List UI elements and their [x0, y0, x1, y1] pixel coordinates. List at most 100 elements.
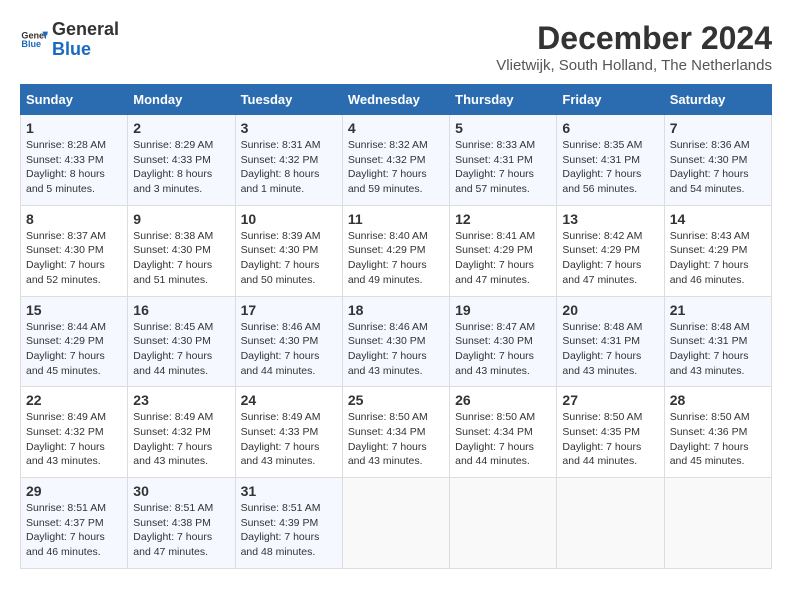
day-number: 12	[455, 211, 551, 227]
day-detail: Sunrise: 8:39 AM Sunset: 4:30 PM Dayligh…	[241, 229, 337, 288]
calendar-cell	[450, 478, 557, 569]
day-detail: Sunrise: 8:49 AM Sunset: 4:32 PM Dayligh…	[133, 410, 229, 469]
day-number: 3	[241, 120, 337, 136]
calendar-cell: 21 Sunrise: 8:48 AM Sunset: 4:31 PM Dayl…	[664, 296, 771, 387]
day-number: 21	[670, 302, 766, 318]
svg-text:Blue: Blue	[21, 39, 41, 49]
calendar-week-row: 8 Sunrise: 8:37 AM Sunset: 4:30 PM Dayli…	[21, 205, 772, 296]
calendar-cell: 8 Sunrise: 8:37 AM Sunset: 4:30 PM Dayli…	[21, 205, 128, 296]
day-number: 13	[562, 211, 658, 227]
calendar-week-row: 15 Sunrise: 8:44 AM Sunset: 4:29 PM Dayl…	[21, 296, 772, 387]
weekday-header-tuesday: Tuesday	[235, 85, 342, 115]
calendar-cell: 29 Sunrise: 8:51 AM Sunset: 4:37 PM Dayl…	[21, 478, 128, 569]
calendar-cell: 19 Sunrise: 8:47 AM Sunset: 4:30 PM Dayl…	[450, 296, 557, 387]
calendar-cell: 30 Sunrise: 8:51 AM Sunset: 4:38 PM Dayl…	[128, 478, 235, 569]
day-number: 6	[562, 120, 658, 136]
calendar-cell: 6 Sunrise: 8:35 AM Sunset: 4:31 PM Dayli…	[557, 115, 664, 206]
calendar-cell: 10 Sunrise: 8:39 AM Sunset: 4:30 PM Dayl…	[235, 205, 342, 296]
weekday-header-friday: Friday	[557, 85, 664, 115]
day-number: 1	[26, 120, 122, 136]
calendar-cell: 11 Sunrise: 8:40 AM Sunset: 4:29 PM Dayl…	[342, 205, 449, 296]
calendar-table: SundayMondayTuesdayWednesdayThursdayFrid…	[20, 84, 772, 569]
day-detail: Sunrise: 8:35 AM Sunset: 4:31 PM Dayligh…	[562, 138, 658, 197]
calendar-week-row: 1 Sunrise: 8:28 AM Sunset: 4:33 PM Dayli…	[21, 115, 772, 206]
day-number: 23	[133, 392, 229, 408]
day-detail: Sunrise: 8:50 AM Sunset: 4:34 PM Dayligh…	[348, 410, 444, 469]
day-detail: Sunrise: 8:32 AM Sunset: 4:32 PM Dayligh…	[348, 138, 444, 197]
calendar-week-row: 29 Sunrise: 8:51 AM Sunset: 4:37 PM Dayl…	[21, 478, 772, 569]
day-number: 28	[670, 392, 766, 408]
calendar-cell: 14 Sunrise: 8:43 AM Sunset: 4:29 PM Dayl…	[664, 205, 771, 296]
calendar-cell: 20 Sunrise: 8:48 AM Sunset: 4:31 PM Dayl…	[557, 296, 664, 387]
day-number: 27	[562, 392, 658, 408]
day-detail: Sunrise: 8:51 AM Sunset: 4:38 PM Dayligh…	[133, 501, 229, 560]
calendar-cell: 3 Sunrise: 8:31 AM Sunset: 4:32 PM Dayli…	[235, 115, 342, 206]
day-detail: Sunrise: 8:44 AM Sunset: 4:29 PM Dayligh…	[26, 320, 122, 379]
calendar-cell: 25 Sunrise: 8:50 AM Sunset: 4:34 PM Dayl…	[342, 387, 449, 478]
day-detail: Sunrise: 8:50 AM Sunset: 4:35 PM Dayligh…	[562, 410, 658, 469]
weekday-header-row: SundayMondayTuesdayWednesdayThursdayFrid…	[21, 85, 772, 115]
day-detail: Sunrise: 8:36 AM Sunset: 4:30 PM Dayligh…	[670, 138, 766, 197]
day-detail: Sunrise: 8:50 AM Sunset: 4:34 PM Dayligh…	[455, 410, 551, 469]
weekday-header-thursday: Thursday	[450, 85, 557, 115]
day-number: 30	[133, 483, 229, 499]
day-number: 11	[348, 211, 444, 227]
weekday-header-wednesday: Wednesday	[342, 85, 449, 115]
day-number: 18	[348, 302, 444, 318]
calendar-cell: 27 Sunrise: 8:50 AM Sunset: 4:35 PM Dayl…	[557, 387, 664, 478]
day-number: 10	[241, 211, 337, 227]
day-number: 16	[133, 302, 229, 318]
calendar-week-row: 22 Sunrise: 8:49 AM Sunset: 4:32 PM Dayl…	[21, 387, 772, 478]
location-title: Vlietwijk, South Holland, The Netherland…	[496, 57, 772, 74]
day-detail: Sunrise: 8:28 AM Sunset: 4:33 PM Dayligh…	[26, 138, 122, 197]
calendar-cell: 24 Sunrise: 8:49 AM Sunset: 4:33 PM Dayl…	[235, 387, 342, 478]
logo-icon: General Blue	[20, 26, 48, 54]
day-detail: Sunrise: 8:51 AM Sunset: 4:37 PM Dayligh…	[26, 501, 122, 560]
day-detail: Sunrise: 8:46 AM Sunset: 4:30 PM Dayligh…	[348, 320, 444, 379]
day-number: 5	[455, 120, 551, 136]
logo: General Blue General Blue	[20, 20, 119, 60]
day-number: 26	[455, 392, 551, 408]
calendar-cell: 15 Sunrise: 8:44 AM Sunset: 4:29 PM Dayl…	[21, 296, 128, 387]
calendar-cell	[664, 478, 771, 569]
day-number: 15	[26, 302, 122, 318]
calendar-cell: 9 Sunrise: 8:38 AM Sunset: 4:30 PM Dayli…	[128, 205, 235, 296]
day-number: 4	[348, 120, 444, 136]
title-area: December 2024 Vlietwijk, South Holland, …	[496, 20, 772, 74]
day-number: 17	[241, 302, 337, 318]
logo-blue-text: Blue	[52, 40, 119, 60]
day-detail: Sunrise: 8:43 AM Sunset: 4:29 PM Dayligh…	[670, 229, 766, 288]
calendar-cell: 26 Sunrise: 8:50 AM Sunset: 4:34 PM Dayl…	[450, 387, 557, 478]
day-number: 2	[133, 120, 229, 136]
day-detail: Sunrise: 8:47 AM Sunset: 4:30 PM Dayligh…	[455, 320, 551, 379]
day-detail: Sunrise: 8:41 AM Sunset: 4:29 PM Dayligh…	[455, 229, 551, 288]
day-number: 22	[26, 392, 122, 408]
calendar-cell: 28 Sunrise: 8:50 AM Sunset: 4:36 PM Dayl…	[664, 387, 771, 478]
day-number: 31	[241, 483, 337, 499]
calendar-cell: 12 Sunrise: 8:41 AM Sunset: 4:29 PM Dayl…	[450, 205, 557, 296]
day-detail: Sunrise: 8:42 AM Sunset: 4:29 PM Dayligh…	[562, 229, 658, 288]
day-detail: Sunrise: 8:48 AM Sunset: 4:31 PM Dayligh…	[562, 320, 658, 379]
calendar-cell: 1 Sunrise: 8:28 AM Sunset: 4:33 PM Dayli…	[21, 115, 128, 206]
weekday-header-sunday: Sunday	[21, 85, 128, 115]
calendar-cell: 5 Sunrise: 8:33 AM Sunset: 4:31 PM Dayli…	[450, 115, 557, 206]
day-number: 20	[562, 302, 658, 318]
day-number: 24	[241, 392, 337, 408]
day-detail: Sunrise: 8:33 AM Sunset: 4:31 PM Dayligh…	[455, 138, 551, 197]
day-number: 25	[348, 392, 444, 408]
day-detail: Sunrise: 8:50 AM Sunset: 4:36 PM Dayligh…	[670, 410, 766, 469]
day-detail: Sunrise: 8:49 AM Sunset: 4:33 PM Dayligh…	[241, 410, 337, 469]
calendar-cell	[557, 478, 664, 569]
day-detail: Sunrise: 8:49 AM Sunset: 4:32 PM Dayligh…	[26, 410, 122, 469]
day-detail: Sunrise: 8:51 AM Sunset: 4:39 PM Dayligh…	[241, 501, 337, 560]
calendar-cell: 23 Sunrise: 8:49 AM Sunset: 4:32 PM Dayl…	[128, 387, 235, 478]
calendar-cell: 2 Sunrise: 8:29 AM Sunset: 4:33 PM Dayli…	[128, 115, 235, 206]
weekday-header-saturday: Saturday	[664, 85, 771, 115]
calendar-cell: 17 Sunrise: 8:46 AM Sunset: 4:30 PM Dayl…	[235, 296, 342, 387]
day-number: 9	[133, 211, 229, 227]
calendar-cell: 31 Sunrise: 8:51 AM Sunset: 4:39 PM Dayl…	[235, 478, 342, 569]
day-number: 14	[670, 211, 766, 227]
day-number: 19	[455, 302, 551, 318]
day-detail: Sunrise: 8:37 AM Sunset: 4:30 PM Dayligh…	[26, 229, 122, 288]
day-detail: Sunrise: 8:48 AM Sunset: 4:31 PM Dayligh…	[670, 320, 766, 379]
